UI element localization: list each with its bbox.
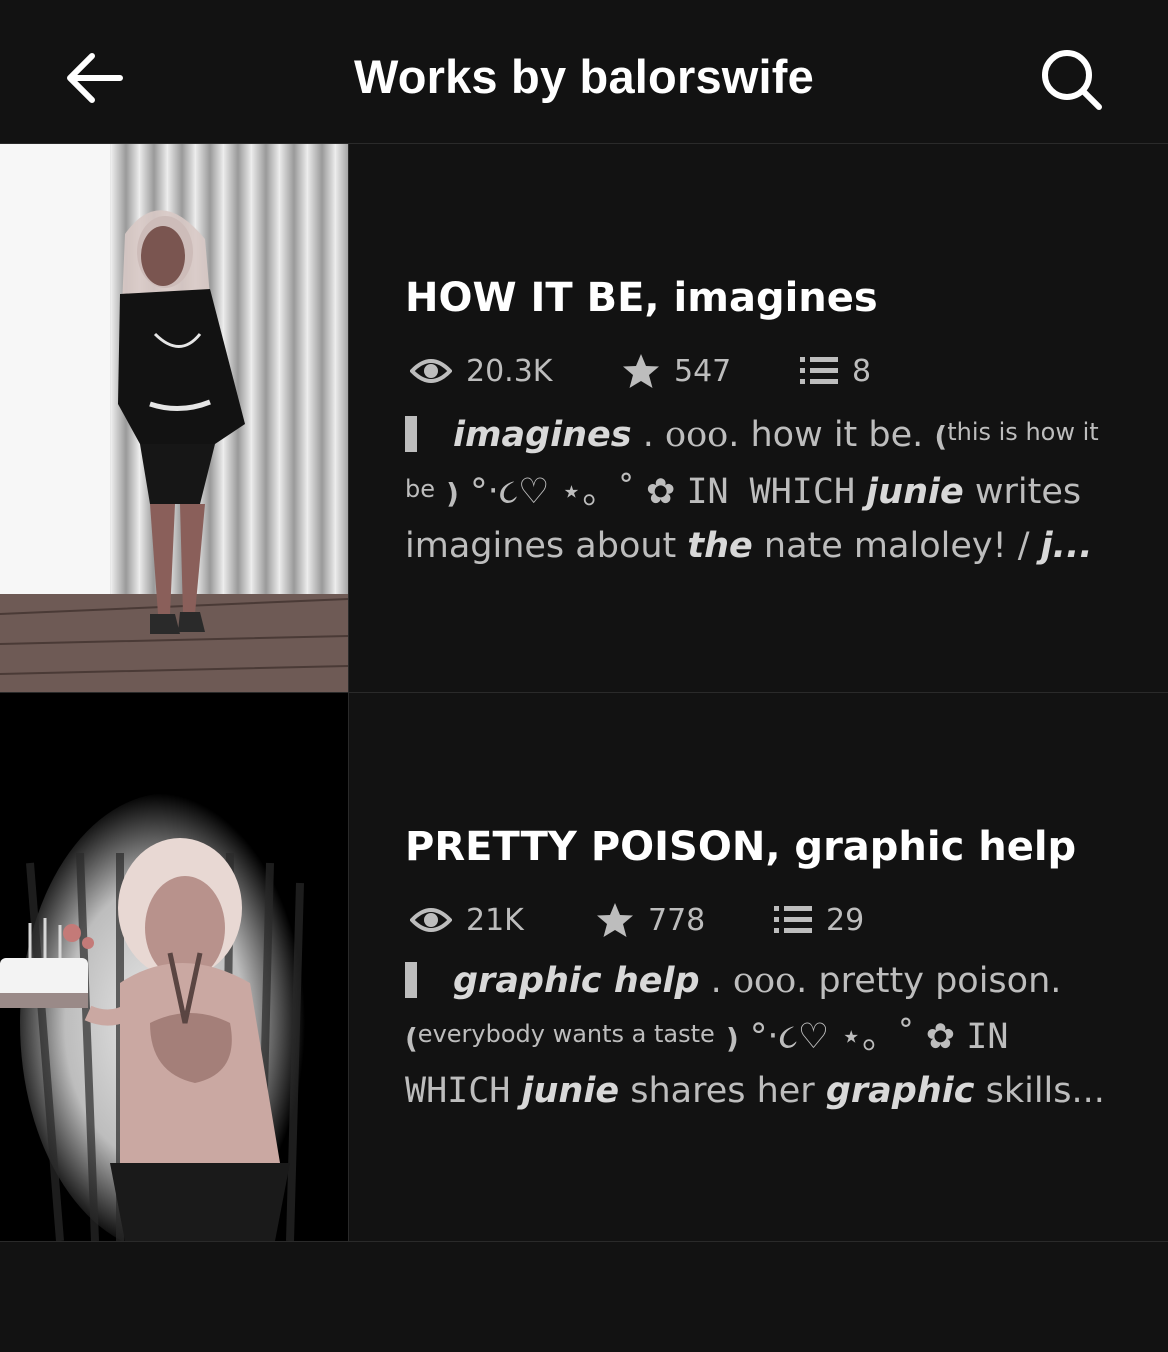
desc-paren-close: ) [446, 477, 459, 510]
empty-list-area [0, 1242, 1168, 1352]
desc-text3: nate maloley! / [752, 526, 1041, 566]
parts-stat: 29 [774, 903, 864, 938]
story-stats: 20.3K 547 8 [410, 349, 871, 393]
star-icon [597, 903, 633, 937]
story-description: imagines . ooo. how it be. (this is how … [405, 406, 1105, 573]
desc-paren-open: ( [405, 1022, 418, 1055]
search-icon [1042, 50, 1102, 110]
top-bar: Works by balorswife [0, 0, 1168, 144]
eye-icon [410, 908, 452, 932]
desc-text3: skills... [974, 1071, 1105, 1111]
desc-dot: . [631, 415, 666, 455]
page-title: Works by balorswife [353, 50, 814, 103]
votes-count: 778 [648, 902, 706, 938]
desc-the: the [687, 526, 753, 566]
desc-paren-open: ( [934, 420, 948, 453]
search-button[interactable] [1032, 40, 1112, 120]
desc-tag: imagines [453, 415, 632, 455]
story-info: PRETTY POISON, graphic help 21K 778 29 g… [405, 693, 1125, 1241]
story-item[interactable]: PRETTY POISON, graphic help 21K 778 29 g… [0, 693, 1168, 1242]
story-item[interactable]: HOW IT BE, imagines 20.3K 547 8 imagines… [0, 144, 1168, 693]
reads-count: 21K [466, 902, 524, 938]
desc-tag: graphic help [453, 961, 700, 1001]
desc-tail: j... [1040, 526, 1093, 566]
reads-count: 20.3K [466, 353, 553, 389]
quote-bar [405, 416, 417, 452]
desc-text1: . how it be. [728, 415, 924, 455]
desc-decor: °‧૮♡ ⋆。˚ ✿ [458, 472, 687, 512]
story-title[interactable]: HOW IT BE, imagines [405, 272, 878, 324]
desc-in-which: IN WHICH [686, 472, 856, 512]
reads-stat: 21K [410, 903, 596, 938]
votes-stat: 778 [596, 902, 774, 938]
reads-stat: 20.3K [410, 354, 622, 389]
quote-bar [405, 962, 417, 998]
list-icon [800, 357, 838, 384]
star-icon [623, 354, 659, 388]
votes-stat: 547 [622, 353, 800, 389]
cover-photo-woman-curtain [0, 144, 348, 692]
desc-paren-close: ) [725, 1022, 739, 1055]
story-stats: 21K 778 29 [410, 898, 864, 942]
list-icon [774, 906, 812, 933]
desc-name: junie [866, 472, 964, 512]
cover-photo-woman-cake [0, 693, 348, 1241]
eye-icon [410, 359, 452, 383]
desc-text1: . pretty poison. [796, 961, 1062, 1001]
story-title[interactable]: PRETTY POISON, graphic help [405, 821, 1076, 873]
story-cover-image[interactable] [0, 693, 349, 1241]
parts-stat: 8 [800, 354, 871, 389]
desc-ooo: ooo [732, 961, 797, 1001]
desc-the: graphic [825, 1071, 975, 1111]
desc-name: junie [521, 1071, 620, 1111]
desc-text2: shares her [619, 1071, 826, 1111]
parts-count: 29 [826, 902, 865, 938]
story-cover-image[interactable] [0, 144, 349, 692]
parts-count: 8 [852, 353, 872, 389]
desc-quote: everybody wants a taste [417, 1020, 715, 1048]
desc-decor: °‧૮♡ ⋆。˚ ✿ [738, 1017, 967, 1057]
story-description: graphic help . ooo. pretty poison. (ever… [405, 955, 1105, 1118]
desc-ooo: ooo [665, 415, 729, 455]
votes-count: 547 [674, 353, 732, 389]
story-info: HOW IT BE, imagines 20.3K 547 8 imagines… [405, 144, 1125, 692]
desc-dot: . [699, 961, 733, 1001]
